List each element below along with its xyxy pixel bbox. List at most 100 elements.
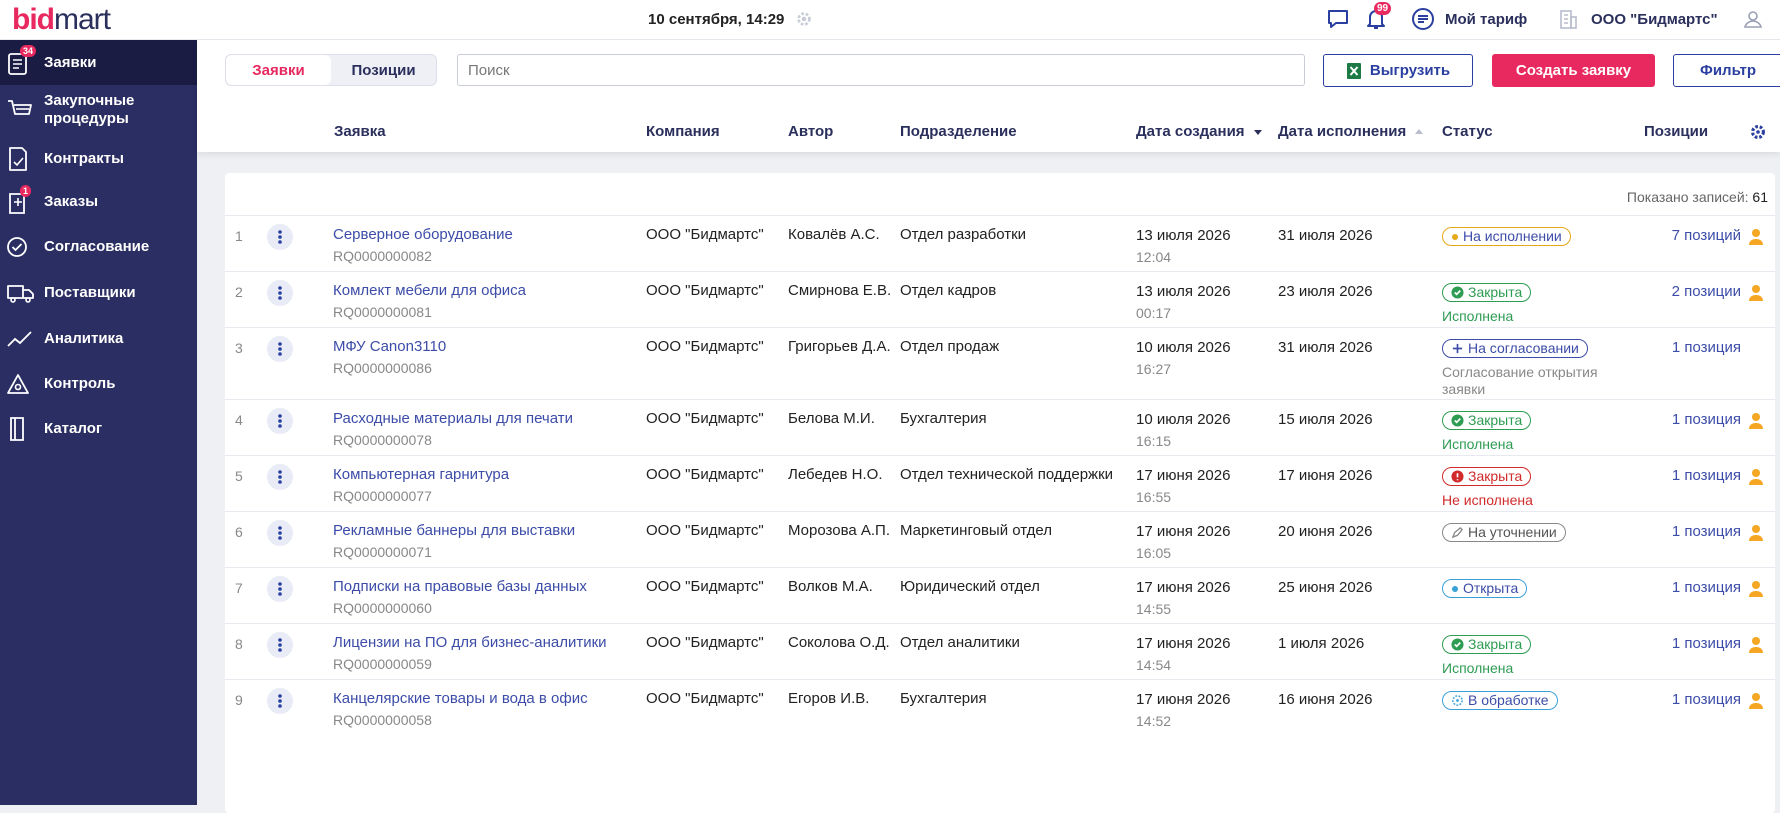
request-title-link[interactable]: Расходные материалы для печати [333,410,573,427]
created-date: 13 июля 2026 [1136,227,1231,244]
row-menu-button[interactable] [267,464,293,490]
status-cell: Закрыта Исполнена [1442,283,1627,325]
positions-link[interactable]: 1 позиция [1637,411,1741,428]
status-approval-icon [1452,343,1463,354]
assignee-user-icon[interactable] [1748,692,1764,710]
table-row[interactable]: 2 Комлект мебели для офиса RQ0000000081 ООО… [225,271,1775,327]
request-code: RQ0000000081 [333,304,432,320]
positions-link[interactable]: 1 позиция [1637,467,1741,484]
column-header-positions[interactable]: Позиции [1644,123,1708,140]
row-menu-button[interactable] [267,688,293,714]
row-number: 5 [235,468,243,484]
table-row[interactable]: 7 Подписки на правовые базы данных RQ00000… [225,567,1775,623]
status-cell: На исполнении [1442,227,1627,246]
sidebar-item-contracts[interactable]: Контракты [0,140,197,178]
row-number: 4 [235,412,243,428]
positions-link[interactable]: 1 позиция [1637,579,1741,596]
table-row[interactable]: 6 Рекламные баннеры для выставки RQ0000000… [225,511,1775,567]
row-menu-button[interactable] [267,632,293,658]
bidmart-logo[interactable]: bidmart [12,3,111,37]
row-menu-button[interactable] [267,280,293,306]
organization-name[interactable]: ООО "Бидмартс" [1591,11,1718,28]
filter-button[interactable]: Фильтр [1673,54,1780,87]
positions-link[interactable]: 1 позиция [1637,635,1741,652]
kebab-menu-icon [278,230,282,244]
sidebar-item-control[interactable]: Контроль [0,365,197,403]
positions-link[interactable]: 1 позиция [1637,339,1741,356]
my-tariff-link[interactable]: Мой тариф [1445,11,1527,28]
positions-link[interactable]: 1 позиция [1637,523,1741,540]
request-title-link[interactable]: Компьютерная гарнитура [333,466,509,483]
gear-icon[interactable] [795,10,813,28]
column-header-company[interactable]: Компания [646,123,720,140]
create-request-button[interactable]: Создать заявку [1492,54,1655,87]
sidebar-item-requests[interactable]: 34 Заявки [0,40,197,85]
assignee-user-icon[interactable] [1748,228,1764,246]
assignee-user-icon[interactable] [1748,636,1764,654]
author-cell: Морозова А.П. [788,522,891,539]
row-menu-button[interactable] [267,224,293,250]
assignee-user-icon[interactable] [1748,468,1764,486]
status-check-icon [1451,638,1464,651]
author-cell: Смирнова Е.В. [788,282,892,299]
positions-link[interactable]: 7 позиций [1637,227,1741,244]
table-row[interactable]: 9 Канцелярские товары и вода в офис RQ0000… [225,679,1775,735]
row-menu-button[interactable] [267,408,293,434]
sidebar-item-catalog[interactable]: Каталог [0,410,197,448]
department-cell: Бухгалтерия [900,690,987,707]
row-menu-button[interactable] [267,576,293,602]
column-header-due[interactable]: Дата исполнения [1278,123,1424,140]
assignee-user-icon[interactable] [1748,580,1764,598]
row-menu-button[interactable] [267,336,293,362]
sidebar-item-procurement[interactable]: Закупочные процедуры [0,88,197,132]
column-settings-gear-icon[interactable] [1749,123,1767,141]
table-row[interactable]: 4 Расходные материалы для печати RQ0000000… [225,399,1775,455]
kebab-menu-icon [278,694,282,708]
request-title-link[interactable]: Канцелярские товары и вода в офис [333,690,588,707]
export-button[interactable]: Выгрузить [1323,54,1473,87]
table-row[interactable]: 5 Компьютерная гарнитура RQ0000000077 ООО "… [225,455,1775,511]
column-header-department[interactable]: Подразделение [900,123,1017,140]
request-title-link[interactable]: Комлект мебели для офиса [333,282,526,299]
sidebar-item-orders[interactable]: 1 Заказы [0,183,197,221]
positions-link[interactable]: 2 позиции [1637,283,1741,300]
column-header-author[interactable]: Автор [788,123,833,140]
assignee-user-icon[interactable] [1748,412,1764,430]
status-badge: Открыта [1442,579,1528,598]
department-cell: Отдел разработки [900,226,1027,243]
sidebar-item-analytics[interactable]: Аналитика [0,320,197,358]
table-row[interactable]: 1 Серверное оборудование RQ0000000082 ООО "… [225,215,1775,271]
status-badge: Закрыта [1442,411,1532,430]
assignee-user-icon[interactable] [1748,284,1764,302]
user-profile-icon[interactable] [1740,6,1766,32]
company-cell: ООО "Бидмартс" [646,690,764,707]
due-date: 31 июля 2026 [1278,339,1373,356]
table-row[interactable]: 3 МФУ Canon3110 RQ0000000086 ООО "Бидмартс"… [225,327,1775,399]
contract-icon [9,147,27,171]
row-menu-button[interactable] [267,520,293,546]
status-label: На исполнении [1463,228,1562,244]
positions-link[interactable]: 1 позиция [1637,691,1741,708]
request-title-link[interactable]: Подписки на правовые базы данных [333,578,587,595]
sidebar-item-suppliers[interactable]: Поставщики [0,274,197,312]
request-title-link[interactable]: МФУ Canon3110 [333,338,446,355]
sidebar-item-approval[interactable]: Согласование [0,228,197,266]
table-row[interactable]: 8 Лицензии на ПО для бизнес-аналитики RQ00… [225,623,1775,679]
column-header-created[interactable]: Дата создания [1136,123,1263,140]
tab-positions[interactable]: Позиции [331,55,436,85]
tab-requests[interactable]: Заявки [226,55,331,85]
created-date: 17 июня 2026 [1136,579,1231,596]
requests-table: Показано записей: 61 1 Серверное оборудов… [225,173,1775,813]
column-header-request[interactable]: Заявка [334,123,386,140]
department-cell: Бухгалтерия [900,410,987,427]
request-title-link[interactable]: Лицензии на ПО для бизнес-аналитики [333,634,607,651]
truck-icon [7,285,34,303]
chat-icon[interactable] [1325,6,1351,32]
tariff-icon[interactable] [1410,6,1436,32]
request-title-link[interactable]: Рекламные баннеры для выставки [333,522,575,539]
assignee-user-icon[interactable] [1748,524,1764,542]
column-header-status[interactable]: Статус [1442,123,1493,140]
search-input[interactable] [457,54,1305,86]
request-title-link[interactable]: Серверное оборудование [333,226,513,243]
company-cell: ООО "Бидмартс" [646,226,764,243]
